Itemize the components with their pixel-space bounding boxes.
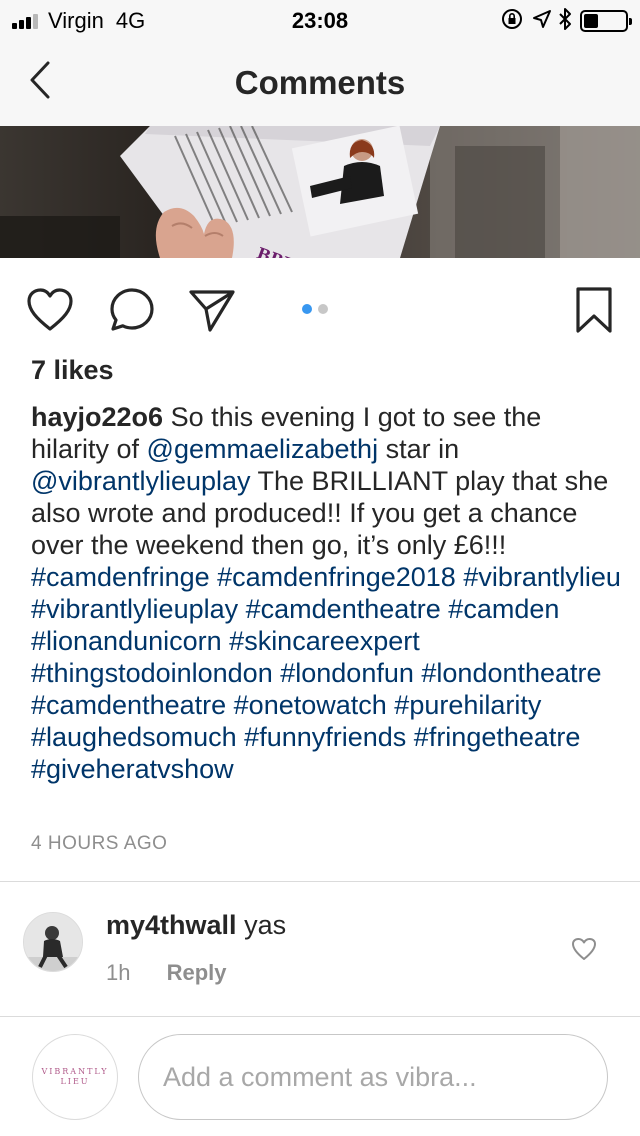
post-photo: BRIGH: [0, 126, 640, 258]
caption-text: [210, 562, 218, 592]
navigation-bar: Comments: [0, 40, 640, 126]
avatar[interactable]: [23, 912, 83, 972]
comment-age: 1h: [106, 960, 131, 985]
hashtag-link[interactable]: #laughedsomuch: [31, 722, 237, 752]
hashtag-link[interactable]: #camdenfringe: [31, 562, 210, 592]
comment-username[interactable]: my4thwall: [106, 910, 237, 940]
caption-username[interactable]: hayjo22o6: [31, 402, 163, 432]
comment-meta: 1h Reply: [106, 960, 227, 986]
status-right: [500, 7, 632, 36]
mention-link[interactable]: @vibrantlylieuplay: [31, 466, 251, 496]
hashtag-link[interactable]: #funnyfriends: [244, 722, 406, 752]
rotation-lock-icon: [500, 7, 524, 36]
location-icon: [532, 9, 552, 34]
save-button[interactable]: [568, 284, 620, 336]
comment-input[interactable]: [138, 1034, 608, 1120]
current-user-avatar: VIBRANTLY LIEU: [32, 1034, 118, 1120]
hashtag-link[interactable]: #fringetheatre: [414, 722, 581, 752]
battery-icon: [580, 10, 632, 32]
comment-like-button[interactable]: [569, 935, 599, 963]
post-actions: [0, 280, 640, 340]
comment-body: my4thwall yas: [106, 910, 286, 941]
status-bar: Virgin 4G 23:08: [0, 0, 640, 40]
heart-icon: [27, 288, 73, 331]
avatar-logo-text: VIBRANTLY: [41, 1067, 109, 1076]
like-button[interactable]: [24, 284, 76, 336]
hashtag-link[interactable]: #onetowatch: [234, 690, 387, 720]
caption-body: So this evening I got to see the hilarit…: [31, 402, 621, 784]
bookmark-icon: [576, 287, 612, 333]
carousel-dot-active: [302, 304, 312, 314]
likes-count[interactable]: 7 likes: [31, 355, 114, 386]
carousel-dot: [318, 304, 328, 314]
mention-link[interactable]: @gemmaelizabethj: [147, 434, 379, 464]
heart-icon: [572, 938, 596, 960]
hashtag-link[interactable]: #camdenfringe2018: [217, 562, 456, 592]
caption-text: [226, 690, 234, 720]
paper-plane-icon: [189, 290, 235, 332]
caption-text: star in: [378, 434, 460, 464]
hashtag-link[interactable]: #purehilarity: [394, 690, 541, 720]
hashtag-link[interactable]: #camden: [448, 594, 559, 624]
divider: [0, 1016, 640, 1017]
page-title: Comments: [234, 64, 406, 101]
speech-bubble-icon: [110, 288, 154, 331]
post-image[interactable]: BRIGH: [0, 126, 640, 258]
reply-button[interactable]: Reply: [167, 960, 227, 985]
hashtag-link[interactable]: #camdentheatre: [31, 690, 226, 720]
hashtag-link[interactable]: #vibrantlylieuplay: [31, 594, 238, 624]
share-button[interactable]: [186, 284, 238, 336]
caption-text: [406, 722, 414, 752]
comment-button[interactable]: [106, 284, 158, 336]
hashtag-link[interactable]: #thingstodoinlondon: [31, 658, 273, 688]
hashtag-link[interactable]: #londontheatre: [421, 658, 601, 688]
post-timestamp: 4 HOURS AGO: [31, 833, 168, 854]
bluetooth-icon: [558, 7, 572, 36]
avatar-logo-text: LIEU: [60, 1077, 90, 1086]
hashtag-link[interactable]: #londonfun: [280, 658, 414, 688]
hashtag-link[interactable]: #vibrantlylieu: [463, 562, 621, 592]
caption-text: [238, 594, 246, 624]
divider: [0, 881, 640, 882]
hashtag-link[interactable]: #camdentheatre: [246, 594, 441, 624]
post-caption: hayjo22o6 So this evening I got to see t…: [31, 401, 621, 785]
carousel-indicator: [302, 304, 334, 314]
hashtag-link[interactable]: #skincareexpert: [229, 626, 420, 656]
comment-text: yas: [244, 910, 287, 940]
avatar-photo: [24, 913, 82, 971]
hashtag-link[interactable]: #lionandunicorn: [31, 626, 222, 656]
hashtag-link[interactable]: #giveheratvshow: [31, 754, 234, 784]
